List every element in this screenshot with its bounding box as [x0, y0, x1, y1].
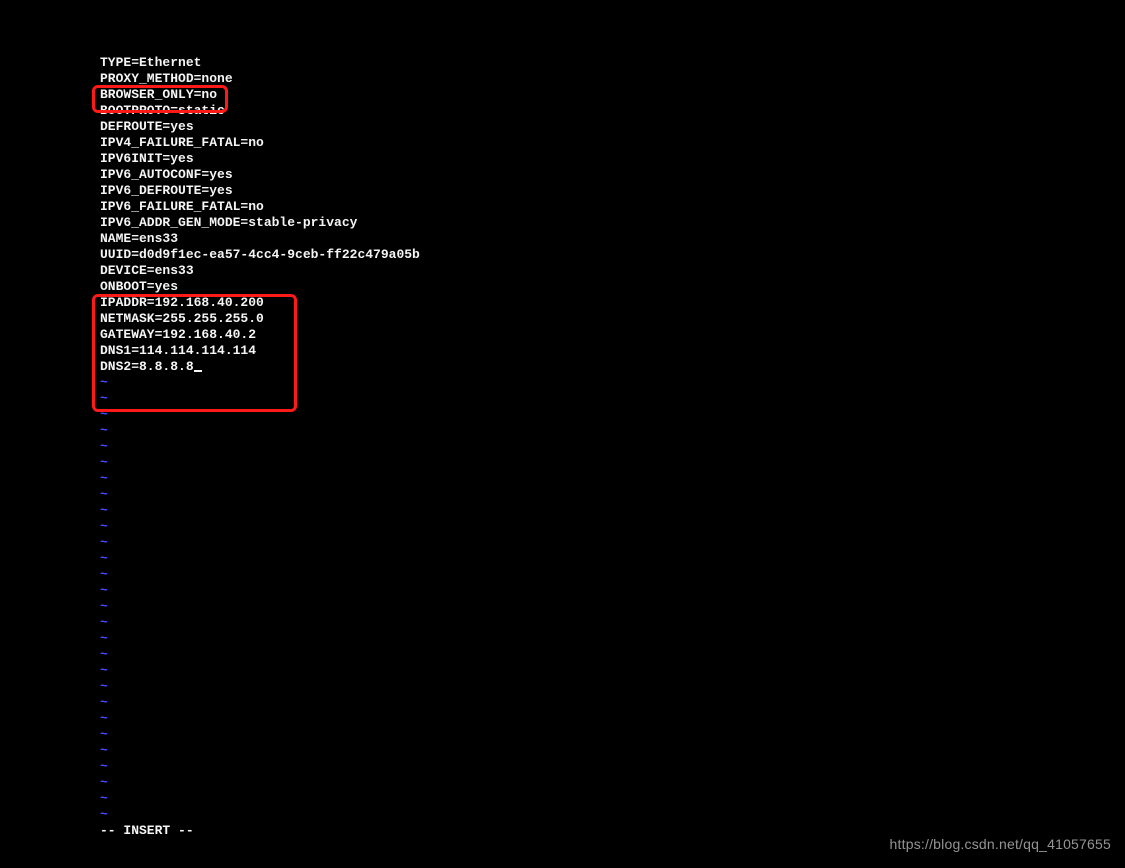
config-line[interactable]: TYPE=Ethernet — [100, 55, 420, 71]
empty-line-marker: ~ — [100, 679, 420, 695]
empty-line-marker: ~ — [100, 599, 420, 615]
empty-line-marker: ~ — [100, 743, 420, 759]
empty-line-marker: ~ — [100, 631, 420, 647]
empty-line-marker: ~ — [100, 615, 420, 631]
empty-line-marker: ~ — [100, 391, 420, 407]
empty-line-marker: ~ — [100, 695, 420, 711]
config-line[interactable]: NAME=ens33 — [100, 231, 420, 247]
empty-line-marker: ~ — [100, 807, 420, 823]
empty-lines: ~~~~~~~~~~~~~~~~~~~~~~~~~~~~ — [100, 375, 420, 823]
empty-line-marker: ~ — [100, 775, 420, 791]
config-line[interactable]: IPADDR=192.168.40.200 — [100, 295, 420, 311]
empty-line-marker: ~ — [100, 439, 420, 455]
empty-line-marker: ~ — [100, 423, 420, 439]
empty-line-marker: ~ — [100, 663, 420, 679]
empty-line-marker: ~ — [100, 551, 420, 567]
empty-line-marker: ~ — [100, 567, 420, 583]
config-line[interactable]: BOOTPROTO=static — [100, 103, 420, 119]
empty-line-marker: ~ — [100, 519, 420, 535]
empty-line-marker: ~ — [100, 503, 420, 519]
mode-line: -- INSERT -- — [100, 823, 420, 839]
config-line[interactable]: NETMASK=255.255.255.0 — [100, 311, 420, 327]
config-line[interactable]: IPV6_AUTOCONF=yes — [100, 167, 420, 183]
empty-line-marker: ~ — [100, 487, 420, 503]
config-line[interactable]: DNS1=114.114.114.114 — [100, 343, 420, 359]
empty-line-marker: ~ — [100, 375, 420, 391]
empty-line-marker: ~ — [100, 727, 420, 743]
empty-line-marker: ~ — [100, 455, 420, 471]
config-line[interactable]: IPV6INIT=yes — [100, 151, 420, 167]
empty-line-marker: ~ — [100, 535, 420, 551]
config-line[interactable]: BROWSER_ONLY=no — [100, 87, 420, 103]
config-line[interactable]: DEFROUTE=yes — [100, 119, 420, 135]
config-line[interactable]: GATEWAY=192.168.40.2 — [100, 327, 420, 343]
file-content[interactable]: TYPE=EthernetPROXY_METHOD=noneBROWSER_ON… — [100, 55, 420, 375]
config-line[interactable]: DNS2=8.8.8.8 — [100, 359, 420, 375]
config-line[interactable]: IPV6_FAILURE_FATAL=no — [100, 199, 420, 215]
empty-line-marker: ~ — [100, 759, 420, 775]
watermark-text: https://blog.csdn.net/qq_41057655 — [890, 836, 1111, 852]
empty-line-marker: ~ — [100, 711, 420, 727]
empty-line-marker: ~ — [100, 791, 420, 807]
terminal-editor[interactable]: TYPE=EthernetPROXY_METHOD=noneBROWSER_ON… — [100, 55, 420, 839]
config-line[interactable]: IPV6_DEFROUTE=yes — [100, 183, 420, 199]
empty-line-marker: ~ — [100, 583, 420, 599]
config-line[interactable]: DEVICE=ens33 — [100, 263, 420, 279]
empty-line-marker: ~ — [100, 647, 420, 663]
config-line[interactable]: ONBOOT=yes — [100, 279, 420, 295]
config-line[interactable]: UUID=d0d9f1ec-ea57-4cc4-9ceb-ff22c479a05… — [100, 247, 420, 263]
empty-line-marker: ~ — [100, 407, 420, 423]
config-line[interactable]: PROXY_METHOD=none — [100, 71, 420, 87]
config-line[interactable]: IPV6_ADDR_GEN_MODE=stable-privacy — [100, 215, 420, 231]
cursor — [194, 370, 202, 372]
config-line[interactable]: IPV4_FAILURE_FATAL=no — [100, 135, 420, 151]
empty-line-marker: ~ — [100, 471, 420, 487]
